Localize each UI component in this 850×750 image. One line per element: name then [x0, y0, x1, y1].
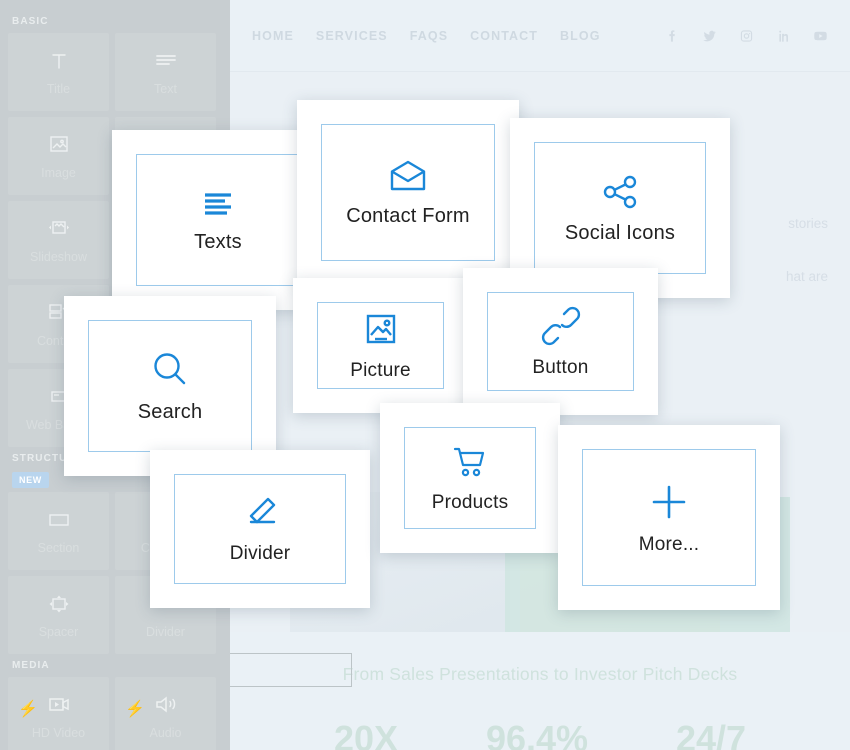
widget-card-products[interactable]: Products: [380, 403, 560, 553]
widget-card-inner: Social Icons: [534, 142, 706, 274]
nav-link-services[interactable]: SERVICES: [316, 29, 388, 43]
sidebar-item-label: Divider: [146, 625, 185, 639]
sidebar-item-label: Text: [154, 82, 177, 96]
audio-icon: [151, 692, 181, 718]
site-navbar: HOME SERVICES FAQS CONTACT BLOG: [230, 0, 850, 72]
sidebar-item-label: Spacer: [38, 625, 79, 639]
widget-card-inner: Picture: [317, 302, 444, 389]
bottom-tagline: From Sales Presentations to Investor Pit…: [342, 664, 738, 684]
stat-3: 24/7: [675, 718, 747, 750]
site-social-links: [665, 28, 828, 44]
widget-card-label: Contact Form: [346, 205, 470, 227]
sidebar-item-label: HD Video: [31, 726, 86, 740]
sidebar-item-label: Section: [37, 541, 80, 555]
sidebar-item-label: Title: [46, 82, 71, 96]
app-root: HOME SERVICES FAQS CONTACT BLOG stories …: [0, 0, 850, 750]
widget-card-inner: Texts: [136, 154, 300, 286]
slideshow-icon: [44, 216, 74, 242]
facebook-icon[interactable]: [665, 28, 680, 44]
widget-card-label: Texts: [194, 230, 242, 253]
envelope-icon: [386, 157, 430, 195]
title-icon: [44, 48, 74, 74]
widget-card-divider[interactable]: Divider: [150, 450, 370, 608]
widget-card-picture[interactable]: Picture: [293, 278, 468, 413]
sidebar-item-spacer[interactable]: Spacer: [8, 576, 109, 654]
sidebar-item-audio[interactable]: ⚡ Audio: [115, 677, 216, 750]
stat-2: 96.4%: [485, 718, 589, 750]
image-icon: [44, 132, 74, 158]
instagram-icon[interactable]: [739, 28, 754, 44]
sidebar-item-hd-video[interactable]: ⚡ HD Video: [8, 677, 109, 750]
nav-link-home[interactable]: HOME: [252, 29, 294, 43]
widget-card-inner: Products: [404, 427, 536, 529]
widget-card-label: Products: [431, 492, 509, 513]
plus-icon: [647, 480, 691, 524]
youtube-icon[interactable]: [813, 28, 828, 44]
widget-card-contact-form[interactable]: Contact Form: [297, 100, 519, 285]
link-icon: [541, 305, 581, 347]
sidebar-item-label: Slideshow: [30, 250, 87, 264]
text-lines-icon: [197, 187, 239, 221]
widget-card-inner: More...: [582, 449, 756, 586]
nav-link-blog[interactable]: BLOG: [560, 29, 601, 43]
hd-video-icon: [44, 692, 74, 718]
stat-1: 20X: [333, 718, 399, 750]
sidebar-item-label: Image: [41, 166, 76, 180]
share-icon: [599, 172, 641, 212]
widget-card-label: Picture: [350, 359, 411, 381]
widget-card-inner: Button: [487, 292, 634, 391]
widget-card-inner: Divider: [174, 474, 346, 584]
sidebar-item-slideshow[interactable]: Slideshow: [8, 201, 109, 279]
site-nav-links: HOME SERVICES FAQS CONTACT BLOG: [252, 29, 601, 43]
nav-link-contact[interactable]: CONTACT: [470, 29, 538, 43]
widget-card-more[interactable]: More...: [558, 425, 780, 610]
widget-card-label: Search: [137, 400, 203, 423]
lightning-bolt-icon: ⚡: [18, 701, 38, 718]
bottom-stats: 20X 96.4% 24/7: [290, 718, 790, 750]
widget-card-inner: Contact Form: [321, 124, 495, 261]
cart-icon: [449, 442, 491, 482]
widget-card-button[interactable]: Button: [463, 268, 658, 415]
spacer-icon: [44, 591, 74, 617]
section-icon: [44, 507, 74, 533]
sidebar-item-text[interactable]: Text: [115, 33, 216, 111]
widget-card-inner: Search: [88, 320, 252, 452]
sidebar-item-title[interactable]: Title: [8, 33, 109, 111]
widget-card-label: More...: [638, 533, 700, 555]
sidebar-group-label-media: MEDIA: [12, 660, 50, 671]
new-badge: NEW: [12, 472, 49, 488]
linkedin-icon[interactable]: [776, 28, 791, 44]
nav-link-faqs[interactable]: FAQS: [410, 29, 448, 43]
pencil-icon: [239, 493, 281, 533]
widget-card-label: Button: [532, 356, 589, 378]
widget-card-label: Divider: [229, 543, 291, 564]
widget-card-search[interactable]: Search: [64, 296, 276, 476]
sidebar-item-section[interactable]: Section: [8, 492, 109, 570]
text-lines-icon: [151, 48, 181, 74]
sidebar-group-label-basic: BASIC: [12, 16, 49, 27]
sidebar-item-label: Audio: [149, 726, 182, 740]
picture-icon: [361, 310, 401, 350]
magnifier-icon: [149, 349, 191, 391]
twitter-icon[interactable]: [702, 28, 717, 44]
sidebar-item-image[interactable]: Image: [8, 117, 109, 195]
site-bottom-band: From Sales Presentations to Investor Pit…: [230, 632, 850, 750]
lightning-bolt-icon: ⚡: [125, 701, 145, 718]
sidebar-group-media: ⚡ HD Video ⚡ Audio: [8, 677, 222, 750]
widget-card-label: Social Icons: [564, 221, 676, 244]
